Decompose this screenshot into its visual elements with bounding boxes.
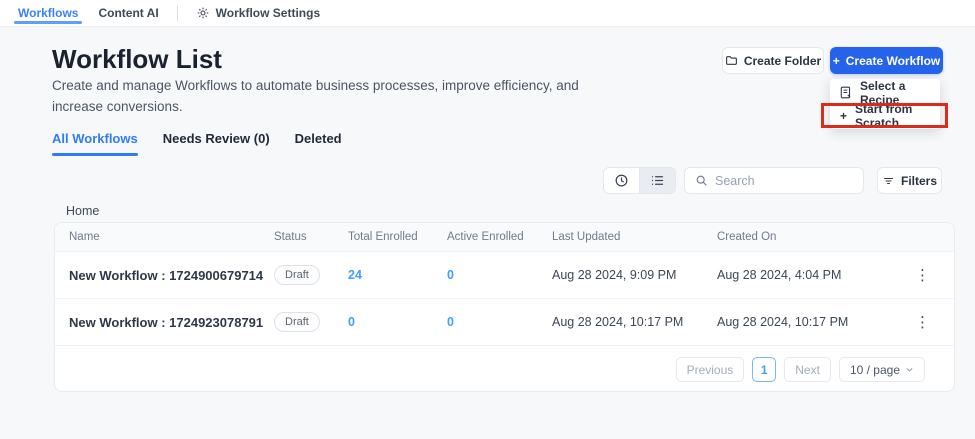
- nav-item-label: Workflows: [18, 6, 78, 20]
- created-on-value: Aug 28 2024, 4:04 PM: [717, 268, 892, 282]
- search-box: [684, 167, 864, 194]
- nav-divider: [177, 5, 178, 21]
- page-description: Create and manage Workflows to automate …: [52, 76, 592, 118]
- top-nav: Workflows Content AI Workflow Settings: [0, 0, 975, 27]
- create-workflow-label: Create Workflow: [846, 54, 940, 68]
- table-header-row: Name Status Total Enrolled Active Enroll…: [55, 223, 954, 252]
- total-enrolled-link[interactable]: 0: [348, 315, 447, 329]
- recent-view-button[interactable]: [604, 168, 639, 193]
- workflow-name-link[interactable]: New Workflow : 1724923078791: [55, 315, 274, 330]
- tab-label: Needs Review (0): [163, 131, 270, 146]
- created-on-value: Aug 28 2024, 10:17 PM: [717, 315, 892, 329]
- row-actions-kebab-icon[interactable]: ⋮: [909, 313, 937, 331]
- page-size-label: 10 / page: [850, 363, 900, 377]
- create-workflow-button[interactable]: + Create Workflow: [830, 47, 943, 74]
- create-workflow-dropdown: Select a Recipe + Start from Scratch: [830, 79, 940, 129]
- column-header-name: Name: [55, 231, 274, 243]
- nav-item-content-ai[interactable]: Content AI: [88, 0, 168, 26]
- view-toggle-group: [603, 167, 676, 194]
- gear-icon: [196, 6, 210, 20]
- tab-deleted[interactable]: Deleted: [295, 131, 342, 156]
- menu-item-label: Start from Scratch: [855, 102, 930, 130]
- pagination: Previous 1 Next 10 / page: [676, 357, 925, 382]
- active-enrolled-link[interactable]: 0: [447, 268, 552, 282]
- tab-label: Deleted: [295, 131, 342, 146]
- previous-page-button[interactable]: Previous: [676, 357, 745, 382]
- chevron-down-icon: [905, 365, 914, 374]
- column-header-status: Status: [274, 231, 348, 243]
- status-badge: Draft: [274, 265, 320, 285]
- breadcrumb[interactable]: Home: [66, 204, 99, 218]
- workflow-name-link[interactable]: New Workflow : 1724900679714: [55, 268, 274, 283]
- active-enrolled-link[interactable]: 0: [447, 315, 552, 329]
- total-enrolled-link[interactable]: 24: [348, 268, 447, 282]
- active-nav-underline: [14, 21, 82, 24]
- clock-icon: [614, 173, 629, 188]
- search-input[interactable]: [715, 174, 853, 188]
- tab-needs-review[interactable]: Needs Review (0): [163, 131, 270, 156]
- workflow-tabs: All Workflows Needs Review (0) Deleted: [52, 131, 342, 156]
- recipe-icon: [840, 86, 852, 99]
- current-page-button[interactable]: 1: [752, 357, 776, 382]
- column-header-last-updated: Last Updated: [552, 231, 717, 243]
- filter-icon: [882, 175, 895, 187]
- create-folder-label: Create Folder: [744, 54, 821, 68]
- status-badge: Draft: [274, 312, 320, 332]
- last-updated-value: Aug 28 2024, 10:17 PM: [552, 315, 717, 329]
- create-folder-button[interactable]: Create Folder: [722, 47, 824, 74]
- table-row: New Workflow : 1724923078791 Draft 0 0 A…: [55, 299, 954, 346]
- page-size-select[interactable]: 10 / page: [839, 357, 925, 382]
- column-header-active-enrolled: Active Enrolled: [447, 231, 552, 243]
- workflow-table-card: Name Status Total Enrolled Active Enroll…: [54, 222, 955, 392]
- plus-icon: +: [840, 109, 847, 123]
- filters-button[interactable]: Filters: [877, 167, 942, 194]
- folder-icon: [725, 54, 738, 67]
- tab-label: All Workflows: [52, 131, 138, 146]
- menu-item-start-from-scratch[interactable]: + Start from Scratch: [830, 104, 940, 127]
- column-header-created-on: Created On: [717, 231, 892, 243]
- nav-item-label: Workflow Settings: [216, 6, 320, 20]
- filters-label: Filters: [901, 174, 937, 188]
- active-tab-underline: [52, 153, 138, 156]
- column-header-total-enrolled: Total Enrolled: [348, 231, 447, 243]
- nav-item-workflow-settings[interactable]: Workflow Settings: [186, 0, 330, 26]
- row-actions-kebab-icon[interactable]: ⋮: [909, 266, 937, 284]
- nav-item-workflows[interactable]: Workflows: [8, 0, 88, 26]
- list-view-button[interactable]: [639, 168, 675, 193]
- nav-item-label: Content AI: [98, 6, 158, 20]
- list-icon: [650, 173, 665, 188]
- page-title: Workflow List: [52, 44, 222, 75]
- last-updated-value: Aug 28 2024, 9:09 PM: [552, 268, 717, 282]
- plus-icon: +: [833, 54, 840, 68]
- table-row: New Workflow : 1724900679714 Draft 24 0 …: [55, 252, 954, 299]
- next-page-button[interactable]: Next: [784, 357, 831, 382]
- tab-all-workflows[interactable]: All Workflows: [52, 131, 138, 156]
- search-icon: [695, 174, 708, 187]
